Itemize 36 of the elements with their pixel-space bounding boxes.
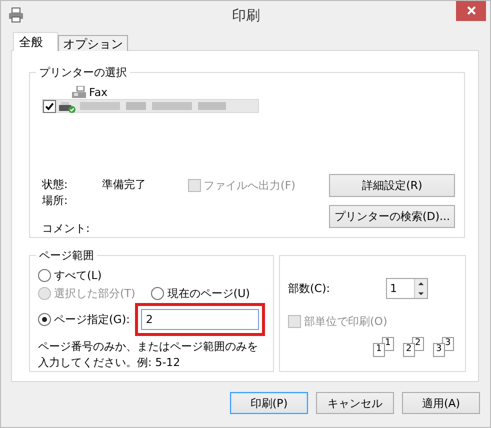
find-printer-button[interactable]: プリンターの検索(D)... [329,204,455,228]
printer-icon [8,7,24,23]
radio-button[interactable] [38,269,51,282]
status-label: 状態: [42,177,69,193]
page-sheet: 3 [433,343,445,357]
radio-label[interactable]: 現在のページ(U) [167,286,250,301]
hint-text: ページ番号のみか、またはページ範囲のみを入力してください。例: 5-12 [38,339,259,371]
status-value: 準備完了 [102,177,146,193]
tab[interactable]: 全般 [13,32,58,51]
window-title: 印刷 [231,7,261,25]
page-sheet: 1 [373,343,385,357]
copies-spinner[interactable]: 1 [386,278,428,299]
printer-name[interactable]: Fax [89,86,108,98]
close-button[interactable] [456,1,486,21]
page-sheet: 2 [403,343,415,357]
dialog-button[interactable]: キャンセル [316,392,394,414]
properties-button[interactable]: 詳細設定(R) [329,174,455,196]
radio-button[interactable] [151,287,164,300]
dialog-button[interactable]: 印刷(P) [230,392,308,414]
spin-up-icon[interactable] [415,279,427,288]
page-input-field[interactable]: 2 [140,309,259,330]
group-title: ページ範囲 [36,248,97,263]
location-label: 場所: [42,193,69,209]
fax-icon [71,86,87,98]
radio-button[interactable] [38,313,51,326]
printer-ready-icon [58,100,76,112]
comment-label: コメント: [42,221,91,237]
dialog-button[interactable]: 適用(A) [402,392,480,414]
group-title: プリンターの選択 [36,65,130,80]
radio-label[interactable]: すべて(L) [54,268,102,283]
checkbox[interactable] [43,100,56,112]
printer-item[interactable] [42,99,259,113]
tab[interactable]: オプション [58,35,128,51]
close-icon [466,6,476,15]
radio-label[interactable]: ページ指定(G): [54,312,130,327]
copies-label: 部数(C): [288,281,330,296]
